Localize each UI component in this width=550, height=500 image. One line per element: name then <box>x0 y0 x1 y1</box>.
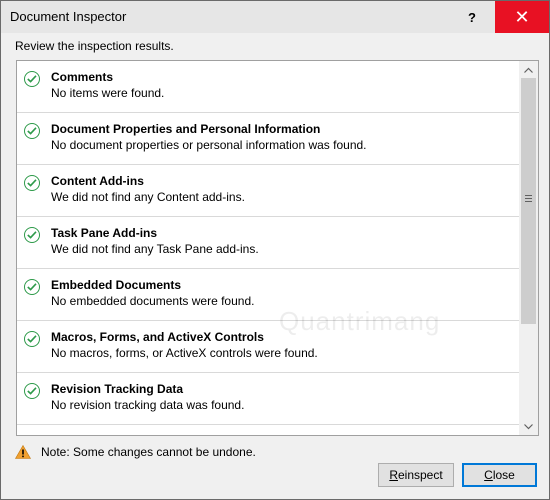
result-item-partial <box>17 425 519 435</box>
result-title: Macros, Forms, and ActiveX Controls <box>51 330 264 344</box>
note-text: Note: Some changes cannot be undone. <box>41 445 256 459</box>
scroll-up-button[interactable] <box>519 61 538 78</box>
result-title: Content Add-ins <box>51 174 144 188</box>
result-item: Document Properties and Personal Informa… <box>17 113 519 165</box>
window-close-button[interactable]: ✕ <box>495 1 549 33</box>
grip-icon <box>525 195 532 204</box>
close-icon: ✕ <box>514 7 530 27</box>
check-circle-icon <box>24 331 40 347</box>
mnemonic-c: C <box>484 468 493 482</box>
scroll-thumb[interactable] <box>521 78 536 324</box>
result-item: Embedded Documents No embedded documents … <box>17 269 519 321</box>
close-label: lose <box>492 468 515 482</box>
help-button[interactable]: ? <box>449 1 495 33</box>
result-title: Document Properties and Personal Informa… <box>51 122 321 136</box>
result-title: Task Pane Add-ins <box>51 226 158 240</box>
close-button[interactable]: Close <box>462 463 537 487</box>
check-circle-icon <box>24 383 40 399</box>
result-description: No document properties or personal infor… <box>51 138 367 152</box>
result-description: We did not find any Content add-ins. <box>51 190 245 204</box>
result-item: Task Pane Add-ins We did not find any Tas… <box>17 217 519 269</box>
check-circle-icon <box>24 227 40 243</box>
help-icon: ? <box>468 9 476 25</box>
result-item: Revision Tracking Data No revision tracki… <box>17 373 519 425</box>
result-item: Macros, Forms, and ActiveX Controls No ma… <box>17 321 519 373</box>
check-circle-icon <box>24 71 40 87</box>
chevron-down-icon <box>524 423 533 429</box>
window-title: Document Inspector <box>10 9 127 24</box>
warning-icon <box>14 444 32 462</box>
result-description: We did not find any Task Pane add-ins. <box>51 242 259 256</box>
scroll-down-button[interactable] <box>519 418 538 435</box>
title-bar: Document Inspector ? ✕ <box>1 1 549 33</box>
reinspect-label: einspect <box>397 468 443 482</box>
result-title: Embedded Documents <box>51 278 182 292</box>
watermark: Quantrimang <box>279 306 441 336</box>
dialog-footer: Note: Some changes cannot be undone. Rei… <box>1 435 549 499</box>
document-inspector-dialog: Document Inspector ? ✕ Review the inspec… <box>0 0 550 500</box>
result-description: No macros, forms, or ActiveX controls we… <box>51 346 318 360</box>
result-title: Comments <box>51 70 114 84</box>
results-pane: Comments No items were found. Document Pro… <box>16 60 539 436</box>
mnemonic-r: R <box>389 468 398 482</box>
result-item: Comments No items were found. <box>17 61 519 113</box>
check-circle-icon <box>24 175 40 191</box>
check-circle-icon <box>24 279 40 295</box>
result-title: Revision Tracking Data <box>51 382 184 396</box>
chevron-up-icon <box>524 67 533 73</box>
results-list: Comments No items were found. Document Pro… <box>17 61 519 435</box>
result-item: Content Add-ins We did not find any Conte… <box>17 165 519 217</box>
instruction-text: Review the inspection results. <box>15 39 174 53</box>
check-circle-icon <box>24 123 40 139</box>
reinspect-button[interactable]: Reinspect <box>378 463 454 487</box>
vertical-scrollbar[interactable] <box>519 61 538 435</box>
result-description: No embedded documents were found. <box>51 294 255 308</box>
result-description: No revision tracking data was found. <box>51 398 245 412</box>
result-description: No items were found. <box>51 86 165 100</box>
